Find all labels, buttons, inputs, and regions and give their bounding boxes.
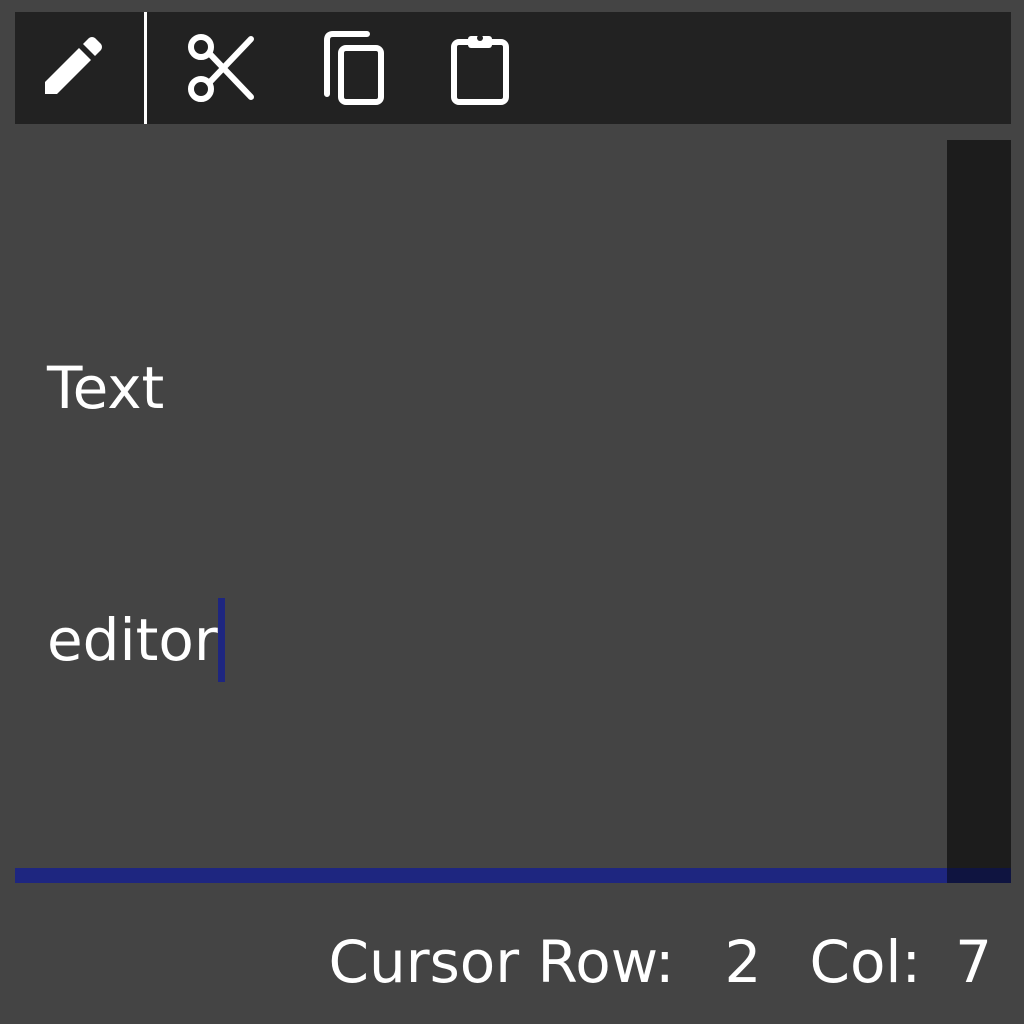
clipboard-icon [451, 35, 509, 105]
editor-line-2: editor [47, 598, 225, 682]
paste-button[interactable] [435, 12, 525, 124]
line-text: editor [47, 606, 218, 674]
editor-line-1: Text [47, 346, 225, 430]
scissors-icon [188, 34, 254, 102]
toolbar-separator [144, 12, 147, 124]
cursor-col-value: 7 [955, 928, 992, 996]
cursor-row-label: Cursor Row: [328, 928, 675, 996]
copy-icon [324, 31, 384, 105]
cursor-row-value: 2 [724, 928, 762, 996]
scrollbar-corner [947, 868, 1011, 883]
edit-button[interactable] [15, 12, 127, 124]
pencil-icon [45, 37, 102, 94]
vertical-scrollbar[interactable] [947, 140, 1011, 868]
line-text: Text [47, 354, 165, 422]
copy-button[interactable] [305, 12, 395, 124]
text-editor[interactable]: Text editor [15, 140, 947, 868]
cursor-col-label: Col: [809, 928, 922, 996]
horizontal-scrollbar[interactable] [15, 868, 947, 883]
toolbar [15, 12, 1011, 124]
editor-content[interactable]: Text editor [47, 178, 225, 850]
status-bar: Cursor Row: 2 Col: 7 [328, 922, 992, 1002]
text-caret [217, 598, 225, 682]
cut-button[interactable] [175, 12, 265, 124]
